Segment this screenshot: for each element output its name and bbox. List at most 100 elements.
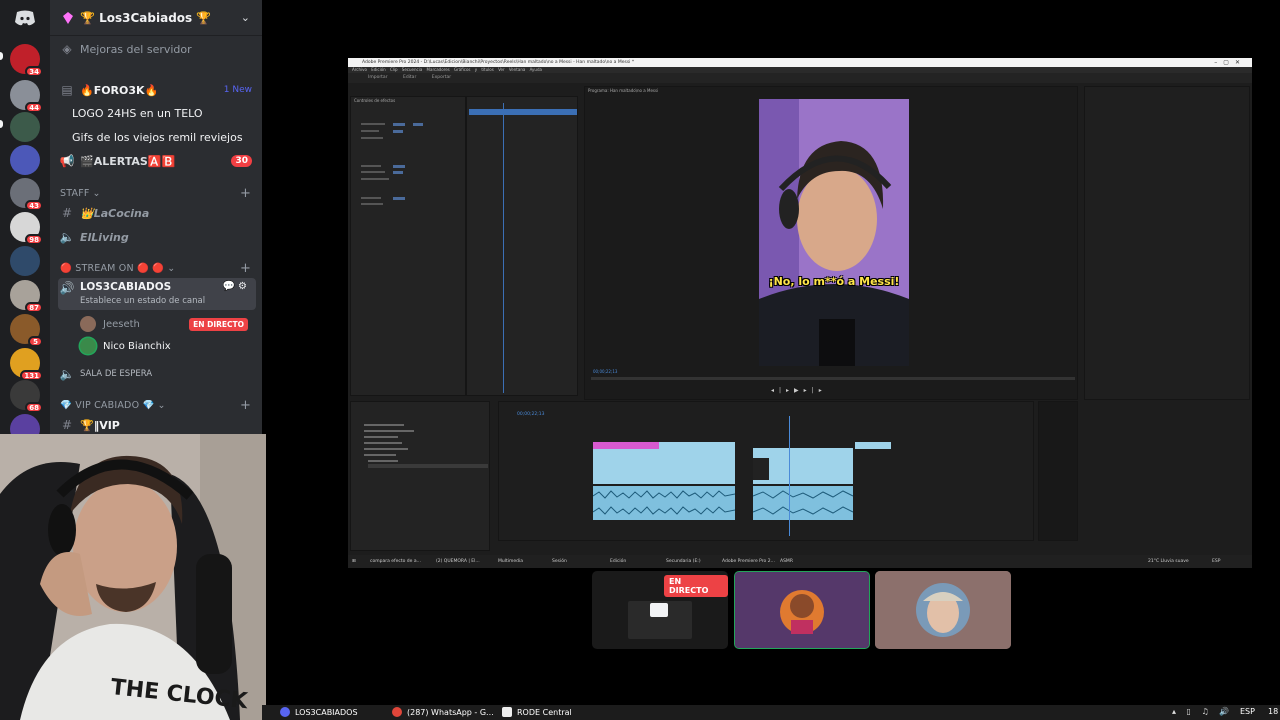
monitor-icon [650, 603, 668, 617]
thread-label: Gifs de los viejos remil reviejos [72, 130, 243, 144]
category-staff[interactable]: STAFF ⌄ + [60, 186, 251, 201]
program-video-frame: ¡No, lo m**ó a Messi! [759, 99, 909, 366]
channel-sala-espera[interactable]: 🔈 SALA DE ESPERA [58, 363, 256, 385]
server-icon[interactable] [10, 112, 40, 142]
transport-controls-icon[interactable]: ◂|▸▶▸|▸ [771, 387, 827, 394]
voice-user-jeeseth[interactable]: Jeeseth EN DIRECTO [80, 314, 256, 334]
thread-label: LOGO 24HS en un TELO [72, 106, 203, 120]
screen-share[interactable]: Adobe Premiere Pro 2024 - D:\Lucas\Edici… [348, 58, 1252, 568]
category-label: 🔴 STREAM ON 🔴 🔴 [60, 263, 165, 274]
boost-gem-icon [63, 11, 73, 24]
taskbar-item[interactable]: Sesión [552, 555, 567, 568]
category-stream-on[interactable]: 🔴 STREAM ON 🔴 🔴 ⌄ + [60, 261, 251, 276]
graphic-clip[interactable] [593, 442, 659, 449]
tile-user-avatar[interactable] [734, 571, 870, 649]
taskbar-chrome[interactable]: (287) WhatsApp - G... [392, 707, 494, 717]
channel-actions-icon[interactable]: 💬⚙ [223, 281, 250, 292]
channel-label: 👑LaCocina [80, 206, 150, 220]
taskbar-item[interactable]: Edición [610, 555, 626, 568]
boost-label: Mejoras del servidor [80, 42, 192, 56]
timeline-playhead[interactable] [789, 416, 790, 536]
forum-icon: ▤ [61, 83, 73, 97]
server-icon[interactable]: 44 [10, 80, 43, 113]
audio-meters [1038, 401, 1078, 541]
mention-badge: 34 [25, 66, 43, 77]
category-label: STAFF [60, 188, 90, 199]
voice-channel-los3cabiados[interactable]: 🔊 LOS3CABIADOS 💬⚙ Establece un estado de… [58, 278, 256, 310]
channel-label: ElLiving [80, 230, 129, 244]
add-channel-icon[interactable]: + [240, 398, 251, 413]
program-scrubber[interactable] [591, 377, 1075, 380]
discord-home-icon[interactable] [10, 6, 40, 30]
taskbar-item[interactable]: compara efecto de a... [370, 555, 421, 568]
taskbar-item[interactable]: ASMR [780, 555, 793, 568]
thread-logo[interactable]: LOGO 24HS en un TELO [72, 102, 256, 124]
taskbar-item[interactable]: (2) QUEMORA | El... [436, 555, 480, 568]
category-vip[interactable]: 💎 VIP CABIADO 💎 ⌄ + [60, 398, 251, 413]
tray-icons[interactable]: ▴ ▯ ♫ 🔊 [1172, 707, 1233, 716]
channel-label: SALA DE ESPERA [80, 369, 153, 379]
server-boost-row[interactable]: ◈ Mejoras del servidor [58, 38, 256, 60]
speaker-icon: 🔈 [59, 367, 75, 381]
os-taskbar: LOS3CABIADOS (287) WhatsApp - G... RODE … [262, 705, 1280, 720]
new-posts-badge: 1 New [223, 85, 252, 95]
language-indicator[interactable]: ESP [1240, 707, 1255, 716]
clock[interactable]: 18 [1268, 707, 1278, 716]
streamer-image [759, 99, 909, 366]
server-icon[interactable]: 5 [10, 314, 43, 347]
mention-badge: 5 [28, 336, 43, 347]
taskbar-label: (287) WhatsApp - G... [407, 707, 494, 717]
rode-icon [502, 707, 512, 717]
thread-gifs[interactable]: Gifs de los viejos remil reviejos [72, 126, 256, 148]
clip-thumbnail [753, 458, 769, 480]
server-icon[interactable]: 98 [10, 212, 43, 245]
channel-label: 🏆‖VIP [80, 418, 120, 432]
server-header[interactable]: 🏆 Los3Cabiados 🏆 ⌄ [50, 0, 262, 36]
playhead [503, 103, 504, 393]
server-icon[interactable]: 87 [10, 280, 43, 313]
server-icon[interactable]: 131 [10, 348, 43, 381]
start-icon[interactable]: ⊞ [352, 555, 356, 568]
server-icon[interactable] [10, 246, 40, 276]
hash-icon: # [61, 206, 73, 220]
add-channel-icon[interactable]: + [240, 261, 251, 276]
language-indicator[interactable]: ESP [1212, 555, 1220, 568]
window-title-bar: Adobe Premiere Pro 2024 - D:\Lucas\Edici… [348, 58, 1252, 67]
audio-waveform[interactable] [593, 486, 893, 522]
selected-clip [469, 109, 577, 115]
tile-user-nico[interactable] [875, 571, 1011, 649]
channel-elliving[interactable]: 🔈 ElLiving [58, 226, 256, 248]
channel-status[interactable]: Establece un estado de canal [80, 296, 205, 306]
chevron-down-icon: ⌄ [240, 11, 250, 24]
timeline-timecode: 00;00;22;13 [517, 412, 545, 417]
channel-vip[interactable]: # 🏆‖VIP [58, 414, 256, 436]
taskbar-discord[interactable]: LOS3CABIADOS [280, 707, 358, 717]
username: Nico Bianchix [103, 340, 171, 352]
video-clip[interactable] [855, 442, 891, 449]
subtitle-text: ¡No, lo m**ó a Messi! [768, 275, 900, 288]
discord-icon [280, 707, 290, 717]
taskbar-item[interactable]: Secundaria (E:) [666, 555, 701, 568]
voice-channel-label: LOS3CABIADOS [80, 281, 172, 293]
taskbar-item[interactable]: Adobe Premiere Pro 2... [722, 555, 775, 568]
tile-screen-share[interactable]: EN DIRECTO [592, 571, 728, 649]
voice-user-nico[interactable]: Nico Bianchix [80, 336, 256, 356]
live-badge: EN DIRECTO [189, 317, 248, 331]
username: Jeeseth [103, 318, 140, 330]
server-icon[interactable] [10, 145, 40, 175]
chrome-icon [392, 707, 402, 717]
program-monitor: Programa: Han maltado\no a Messi ¡No, lo… [584, 86, 1078, 400]
channel-alertas[interactable]: 📢 🎬ALERTAS🅰️🅱️ 30 [58, 150, 256, 172]
taskbar-rode[interactable]: RODE Central [502, 707, 572, 717]
effects-panel [350, 401, 490, 551]
server-icon[interactable]: 68 [10, 380, 43, 413]
channel-lacocina[interactable]: # 👑LaCocina [58, 202, 256, 224]
taskbar-item[interactable]: Multimedia [498, 555, 523, 568]
add-channel-icon[interactable]: + [240, 186, 251, 201]
unread-indicator [0, 120, 3, 128]
taskbar-label: RODE Central [517, 707, 572, 717]
channel-foro3k[interactable]: ▤ 🔥FORO3K🔥 1 New [58, 79, 256, 101]
server-icon-los3cabiados[interactable]: 34 [10, 44, 43, 77]
server-icon[interactable]: 43 [10, 178, 43, 211]
weather-widget[interactable]: 21°C Lluvia suave [1148, 555, 1189, 568]
